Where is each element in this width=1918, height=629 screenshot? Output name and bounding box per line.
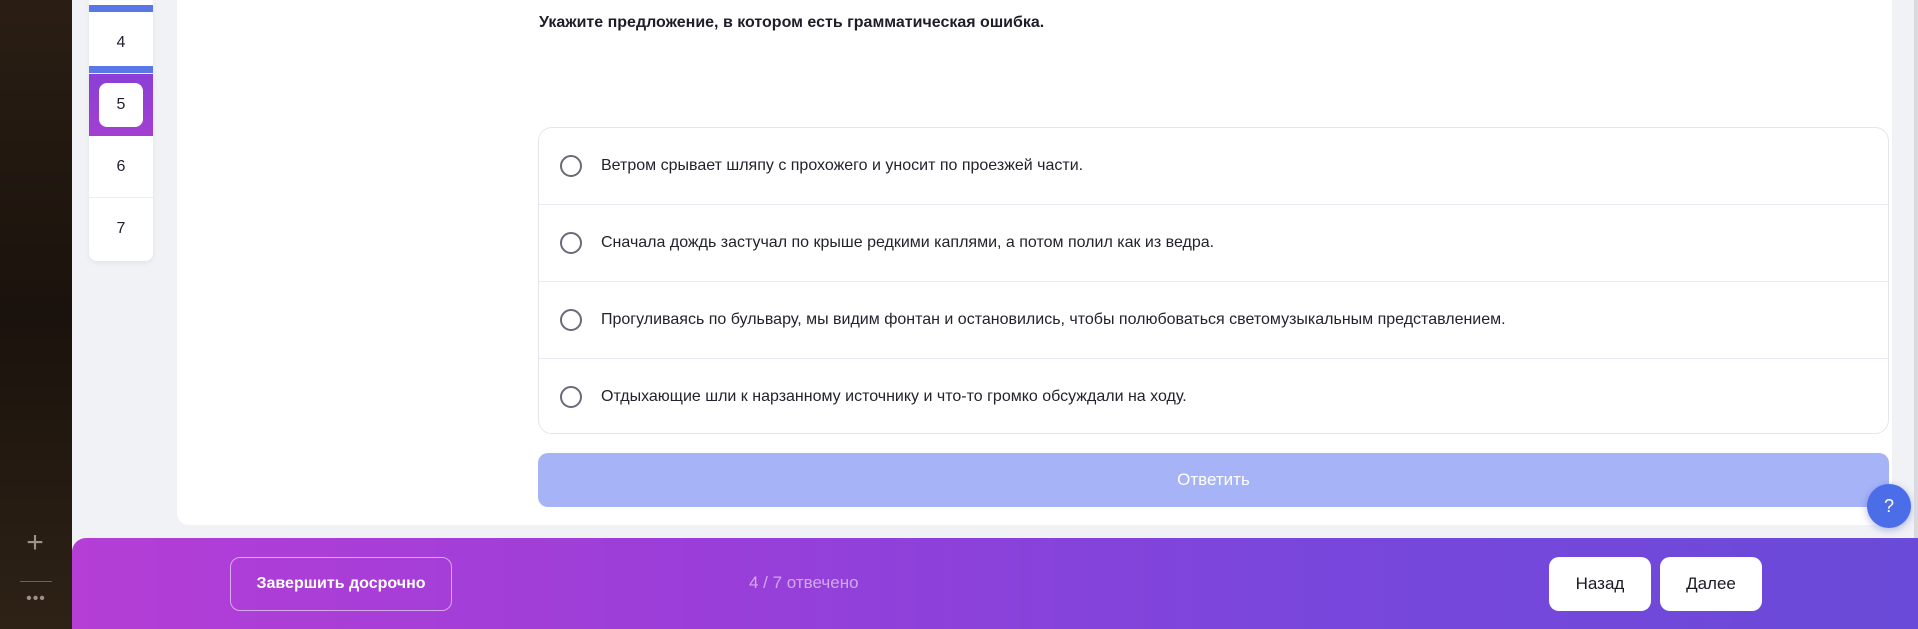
question-number: 6: [116, 157, 126, 175]
progress-counter: 4 / 7 отвечено: [749, 573, 859, 592]
radio-button[interactable]: [560, 309, 582, 331]
option-label: Отдыхающие шли к нарзанному источнику и …: [601, 387, 1187, 405]
answer-option-3[interactable]: Прогуливаясь по бульвару, мы видим фонта…: [539, 282, 1888, 359]
answer-options: Ветром срывает шляпу с прохожего и уноси…: [538, 127, 1889, 434]
finish-early-button[interactable]: Завершить досрочно: [230, 557, 452, 611]
bottom-action-bar: Завершить досрочно 4 / 7 отвечено Назад …: [72, 538, 1918, 629]
question-nav-item-5[interactable]: 5: [89, 74, 153, 136]
back-button[interactable]: Назад: [1549, 557, 1651, 611]
question-nav-item-7[interactable]: 7: [89, 198, 153, 260]
desktop-side-rail: + •••: [0, 0, 72, 629]
scrollbar[interactable]: [1914, 0, 1918, 540]
answer-option-4[interactable]: Отдыхающие шли к нарзанному источнику и …: [539, 359, 1888, 434]
more-icon[interactable]: •••: [20, 591, 52, 607]
question-navigator: 4 5 6 7: [89, 0, 153, 261]
question-number: 7: [116, 220, 126, 237]
question-card: Укажите предложение, в котором есть грам…: [177, 0, 1892, 525]
option-label: Сначала дождь застучал по крыше редкими …: [601, 234, 1215, 251]
question-number: 4: [116, 33, 126, 51]
help-button[interactable]: ?: [1867, 484, 1911, 528]
answer-option-2[interactable]: Сначала дождь застучал по крыше редкими …: [539, 205, 1888, 282]
rail-divider: [20, 581, 52, 582]
radio-button[interactable]: [560, 385, 582, 408]
submit-answer-button[interactable]: Ответить: [538, 453, 1889, 507]
plus-icon[interactable]: +: [22, 528, 48, 558]
question-number: 5: [116, 96, 126, 113]
current-question-box: 5: [99, 83, 143, 127]
option-label: Ветром срывает шляпу с прохожего и уноси…: [601, 157, 1084, 174]
question-nav-item-partial: [89, 0, 153, 12]
question-nav-item-6[interactable]: 6: [89, 136, 153, 198]
question-text: Укажите предложение, в котором есть грам…: [539, 14, 1045, 31]
radio-button[interactable]: [560, 232, 582, 254]
option-label: Прогуливаясь по бульвару, мы видим фонта…: [601, 311, 1506, 328]
answer-option-1[interactable]: Ветром срывает шляпу с прохожего и уноси…: [539, 128, 1888, 205]
question-nav-item-4[interactable]: 4: [89, 12, 153, 74]
next-button[interactable]: Далее: [1660, 557, 1762, 611]
radio-button[interactable]: [560, 155, 582, 177]
